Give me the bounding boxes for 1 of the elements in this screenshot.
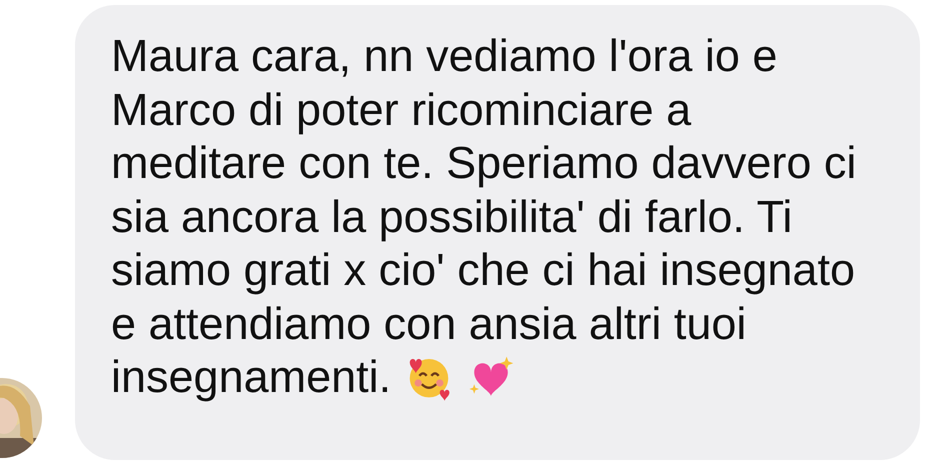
message-text: insegnamenti. [111, 350, 392, 404]
